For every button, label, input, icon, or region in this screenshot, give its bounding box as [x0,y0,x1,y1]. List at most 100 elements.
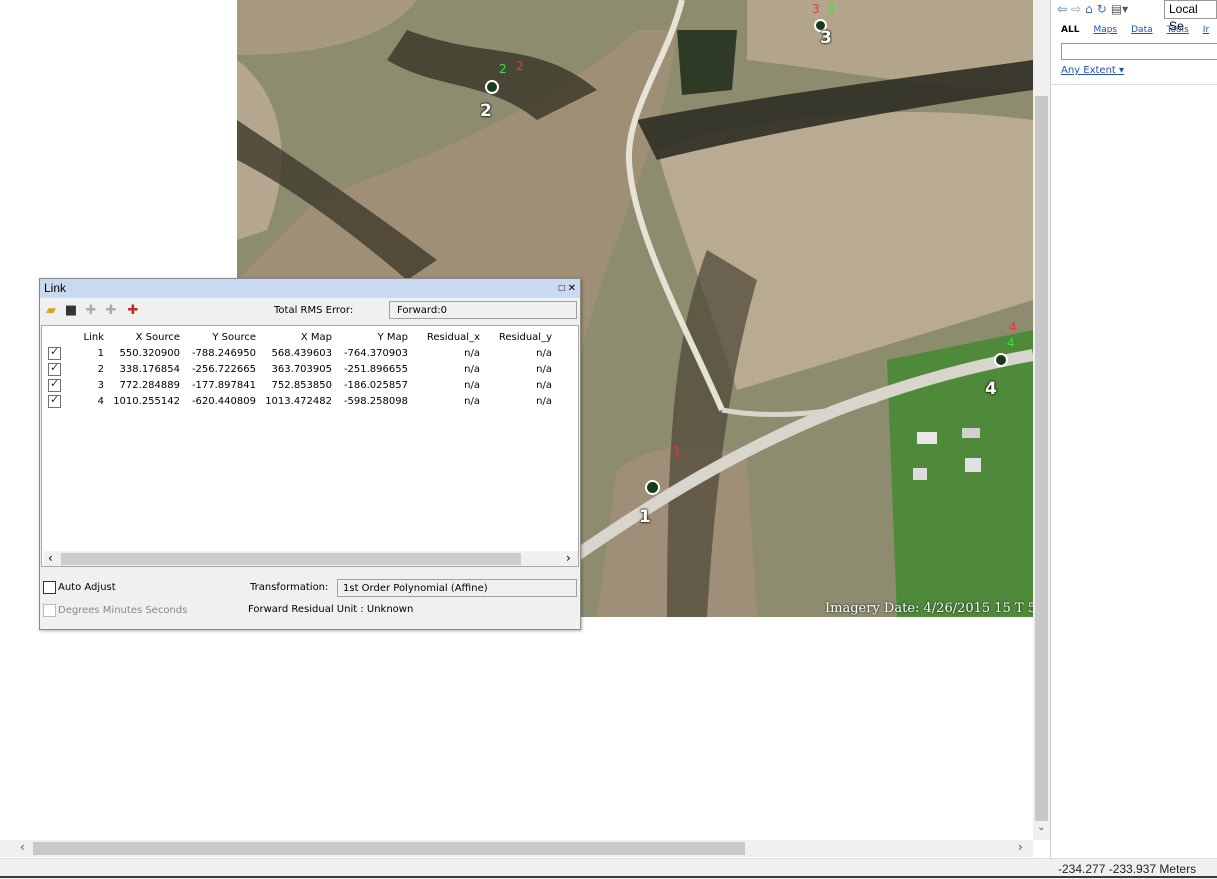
delete-link-icon[interactable]: ✚ [84,304,98,318]
delete-all-links-icon[interactable]: ✚ [104,304,118,318]
gcp-green-label-4: 4 [1007,336,1015,350]
col-header-residual-x[interactable]: Residual_x [412,332,480,343]
cell-residual-y: n/a [536,348,552,359]
tab-maps[interactable]: Maps [1093,25,1117,35]
cell-residual-x: n/a [464,364,480,375]
row-checkbox-1[interactable] [48,345,61,360]
col-header-residual-y[interactable]: Residual_y [484,332,552,343]
map-horizontal-scrollbar[interactable]: ‹ › [0,840,1033,857]
cell-residual-x: n/a [464,348,480,359]
search-scope-dropdown[interactable]: Local Se [1164,0,1217,33]
search-pane: ⇦ ⇨ ⌂ ↻ ▤▾ [1050,0,1217,858]
col-header-x-source[interactable]: X Source [108,332,180,343]
cell-y-map[interactable]: -186.025857 [336,380,408,391]
scroll-right-icon[interactable]: › [566,551,571,565]
search-tabs: ALL Maps Data Tools Ir [1061,25,1209,35]
forward-residual-unit: Forward Residual Unit : Unknown [248,604,414,615]
degrees-minutes-seconds-label: Degrees Minutes Seconds [58,605,188,616]
extent-dropdown[interactable]: Any Extent ▾ [1061,65,1124,76]
total-rms-value: Forward:0 [389,301,577,319]
cell-x-source[interactable]: 550.320900 [108,348,180,359]
cell-x-map[interactable]: 1013.472482 [260,396,332,407]
gcp-number-1: 1 [639,507,651,527]
dialog-titlebar[interactable]: Link □ ✕ [40,279,580,298]
cell-y-source[interactable]: -177.897841 [184,380,256,391]
row-checkbox-3[interactable] [48,377,61,392]
gcp-red-label-1: 1 [673,444,681,458]
gcp-number-3: 3 [820,28,832,48]
scroll-left-icon[interactable]: ‹ [48,551,53,565]
cell-residual-x: n/a [464,396,480,407]
back-arrow-icon[interactable]: ⇦ [1057,2,1067,16]
tab-all[interactable]: ALL [1061,25,1079,35]
table-scroll-thumb[interactable] [61,553,521,565]
cell-x-source[interactable]: 338.176854 [108,364,180,375]
dialog-title: Link [44,281,67,295]
gcp-green-label-3: 3 [827,2,835,16]
cell-y-source[interactable]: -788.246950 [184,348,256,359]
close-icon[interactable]: ✕ [568,283,576,294]
cell-y-map[interactable]: -764.370903 [336,348,408,359]
col-header-link[interactable]: Link [80,332,104,343]
row-checkbox-2[interactable] [48,361,61,376]
link-table: Link X Source Y Source X Map Y Map Resid… [41,325,579,567]
cursor-coordinates: -234.277 -233.937 Meters [1058,862,1197,876]
scroll-right-icon[interactable]: › [1018,840,1023,854]
tab-data[interactable]: Data [1131,25,1153,35]
tab-images[interactable]: Ir [1203,25,1209,35]
gcp-number-2: 2 [480,101,492,121]
cell-residual-y: n/a [536,364,552,375]
open-folder-icon[interactable]: ▰ [44,304,58,318]
refresh-icon[interactable]: ↻ [1097,2,1107,16]
gcp-red-label-2: 2 [516,59,524,73]
gcp-marker-4[interactable] [994,353,1008,367]
gcp-green-label-2: 2 [499,62,507,76]
table-horizontal-scrollbar[interactable]: ‹ › [44,551,578,566]
search-toolbar: ⇦ ⇨ ⌂ ↻ ▤▾ [1057,0,1128,18]
auto-adjust-label: Auto Adjust [58,582,116,593]
cell-x-source[interactable]: 772.284889 [108,380,180,391]
cell-y-source[interactable]: -256.722665 [184,364,256,375]
cell-residual-y: n/a [536,380,552,391]
cell-x-source[interactable]: 1010.255142 [108,396,180,407]
total-rms-label: Total RMS Error: [274,305,354,316]
transformation-dropdown[interactable]: 1st Order Polynomial (Affine) [337,579,577,597]
map-vertical-scroll-thumb[interactable] [1035,96,1048,821]
chevron-down-icon[interactable]: ⌄ [1037,822,1045,833]
gcp-marker-2[interactable] [485,80,499,94]
tab-tools[interactable]: Tools [1167,25,1189,35]
gcp-number-4: 4 [985,379,997,399]
gcp-red-label-4: 4 [1009,320,1017,334]
cell-y-source[interactable]: -620.440809 [184,396,256,407]
add-link-icon[interactable]: ✚ [126,304,140,318]
col-header-y-map[interactable]: Y Map [336,332,408,343]
col-header-x-map[interactable]: X Map [260,332,332,343]
map-horizontal-scroll-thumb[interactable] [33,842,745,855]
gcp-marker-1[interactable] [645,480,660,495]
options-menu-icon[interactable]: ▤▾ [1111,2,1128,16]
link-table-dialog: Link □ ✕ ▰ ■ ✚ ✚ ✚ Total RMS Error: Forw… [39,278,581,630]
maximize-icon[interactable]: □ [559,283,565,294]
cell-y-map[interactable]: -251.896655 [336,364,408,375]
home-icon[interactable]: ⌂ [1085,2,1093,16]
map-vertical-scrollbar[interactable]: ⌄ [1033,0,1050,840]
degrees-minutes-seconds-checkbox[interactable] [43,604,56,617]
auto-adjust-checkbox[interactable] [43,581,56,594]
gcp-red-label-3: 3 [812,2,820,16]
cell-y-map[interactable]: -598.258098 [336,396,408,407]
search-pane-divider [1051,84,1217,85]
col-header-y-source[interactable]: Y Source [184,332,256,343]
cell-link: 1 [97,348,104,359]
cell-x-map[interactable]: 568.439603 [260,348,332,359]
forward-arrow-icon[interactable]: ⇨ [1071,2,1081,16]
scroll-left-icon[interactable]: ‹ [20,840,25,854]
cell-link: 2 [97,364,104,375]
cell-x-map[interactable]: 363.703905 [260,364,332,375]
save-icon[interactable]: ■ [64,304,78,318]
imagery-date-label: Imagery Date: 4/26/2015 15 T 5443 [825,601,1033,616]
cell-residual-y: n/a [536,396,552,407]
row-checkbox-4[interactable] [48,393,61,408]
cell-link: 4 [97,396,104,407]
search-input[interactable] [1061,43,1217,60]
cell-x-map[interactable]: 752.853850 [260,380,332,391]
